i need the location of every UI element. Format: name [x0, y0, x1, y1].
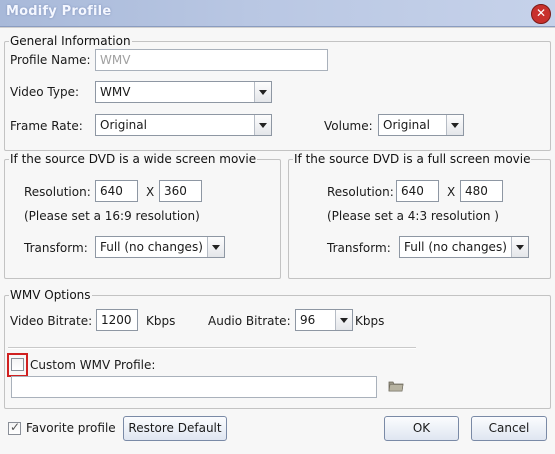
full-resolution-hint: (Please set a 4:3 resolution )	[327, 209, 499, 223]
frame-rate-value: Original	[100, 118, 147, 132]
frame-rate-select[interactable]: Original	[95, 114, 272, 136]
wide-transform-value: Full (no changes)	[100, 240, 203, 254]
full-transform-select[interactable]: Full (no changes)	[399, 236, 529, 258]
wide-resolution-label: Resolution:	[24, 185, 91, 199]
full-screen-legend: If the source DVD is a full screen movie	[294, 152, 531, 166]
audio-bitrate-unit: Kbps	[355, 314, 385, 328]
general-information-legend: General Information	[10, 34, 131, 48]
cancel-button[interactable]: Cancel	[471, 416, 547, 441]
wide-transform-select[interactable]: Full (no changes)	[95, 236, 225, 258]
wide-height-input[interactable]: 360	[159, 180, 202, 202]
chevron-down-icon[interactable]	[254, 82, 271, 102]
wide-width-input[interactable]: 640	[95, 180, 138, 202]
full-x-label: X	[447, 185, 456, 199]
video-bitrate-input[interactable]: 1200	[96, 309, 138, 331]
video-type-value: WMV	[100, 85, 131, 99]
custom-wmv-profile-checkbox[interactable]	[11, 358, 24, 371]
wide-x-label: X	[146, 185, 155, 199]
favorite-profile-label: Favorite profile	[26, 421, 116, 435]
full-resolution-label: Resolution:	[327, 185, 394, 199]
chevron-down-icon[interactable]	[254, 115, 271, 135]
wide-resolution-hint: (Please set a 16:9 resolution)	[24, 209, 200, 223]
audio-bitrate-select[interactable]: 96	[295, 309, 353, 331]
wide-transform-label: Transform:	[24, 241, 88, 255]
profile-name-input[interactable]: WMV	[95, 49, 328, 71]
full-height-input[interactable]: 480	[460, 180, 503, 202]
restore-default-button[interactable]: Restore Default	[123, 416, 227, 441]
video-bitrate-unit: Kbps	[146, 314, 176, 328]
volume-label: Volume:	[324, 119, 373, 133]
video-type-label: Video Type:	[10, 85, 80, 99]
frame-rate-label: Frame Rate:	[10, 119, 83, 133]
video-bitrate-label: Video Bitrate:	[10, 314, 93, 328]
chevron-down-icon[interactable]	[207, 237, 224, 257]
chevron-down-icon[interactable]	[335, 310, 352, 330]
folder-icon[interactable]	[388, 379, 404, 392]
chevron-down-icon[interactable]	[446, 115, 463, 135]
custom-profile-path-input[interactable]	[11, 376, 377, 398]
volume-value: Original	[383, 118, 430, 132]
dialog-body: General Information Profile Name: WMV Vi…	[0, 27, 555, 454]
custom-wmv-profile-label: Custom WMV Profile:	[30, 358, 156, 372]
wmv-options-legend: WMV Options	[10, 288, 91, 302]
video-type-select[interactable]: WMV	[95, 81, 272, 103]
chevron-down-icon[interactable]	[511, 237, 528, 257]
window-title: Modify Profile	[6, 4, 112, 19]
wmv-separator	[8, 347, 416, 349]
title-bar: Modify Profile ✕	[0, 0, 555, 27]
full-width-input[interactable]: 640	[396, 180, 439, 202]
full-transform-label: Transform:	[327, 241, 391, 255]
profile-name-label: Profile Name:	[10, 53, 91, 67]
close-icon[interactable]: ✕	[531, 4, 551, 24]
favorite-profile-checkbox[interactable]	[8, 420, 21, 435]
wide-screen-legend: If the source DVD is a wide screen movie	[10, 152, 257, 166]
audio-bitrate-label: Audio Bitrate:	[208, 314, 291, 328]
audio-bitrate-value: 96	[300, 313, 316, 327]
volume-select[interactable]: Original	[378, 114, 464, 136]
ok-button[interactable]: OK	[384, 416, 459, 441]
full-transform-value: Full (no changes)	[404, 240, 507, 254]
